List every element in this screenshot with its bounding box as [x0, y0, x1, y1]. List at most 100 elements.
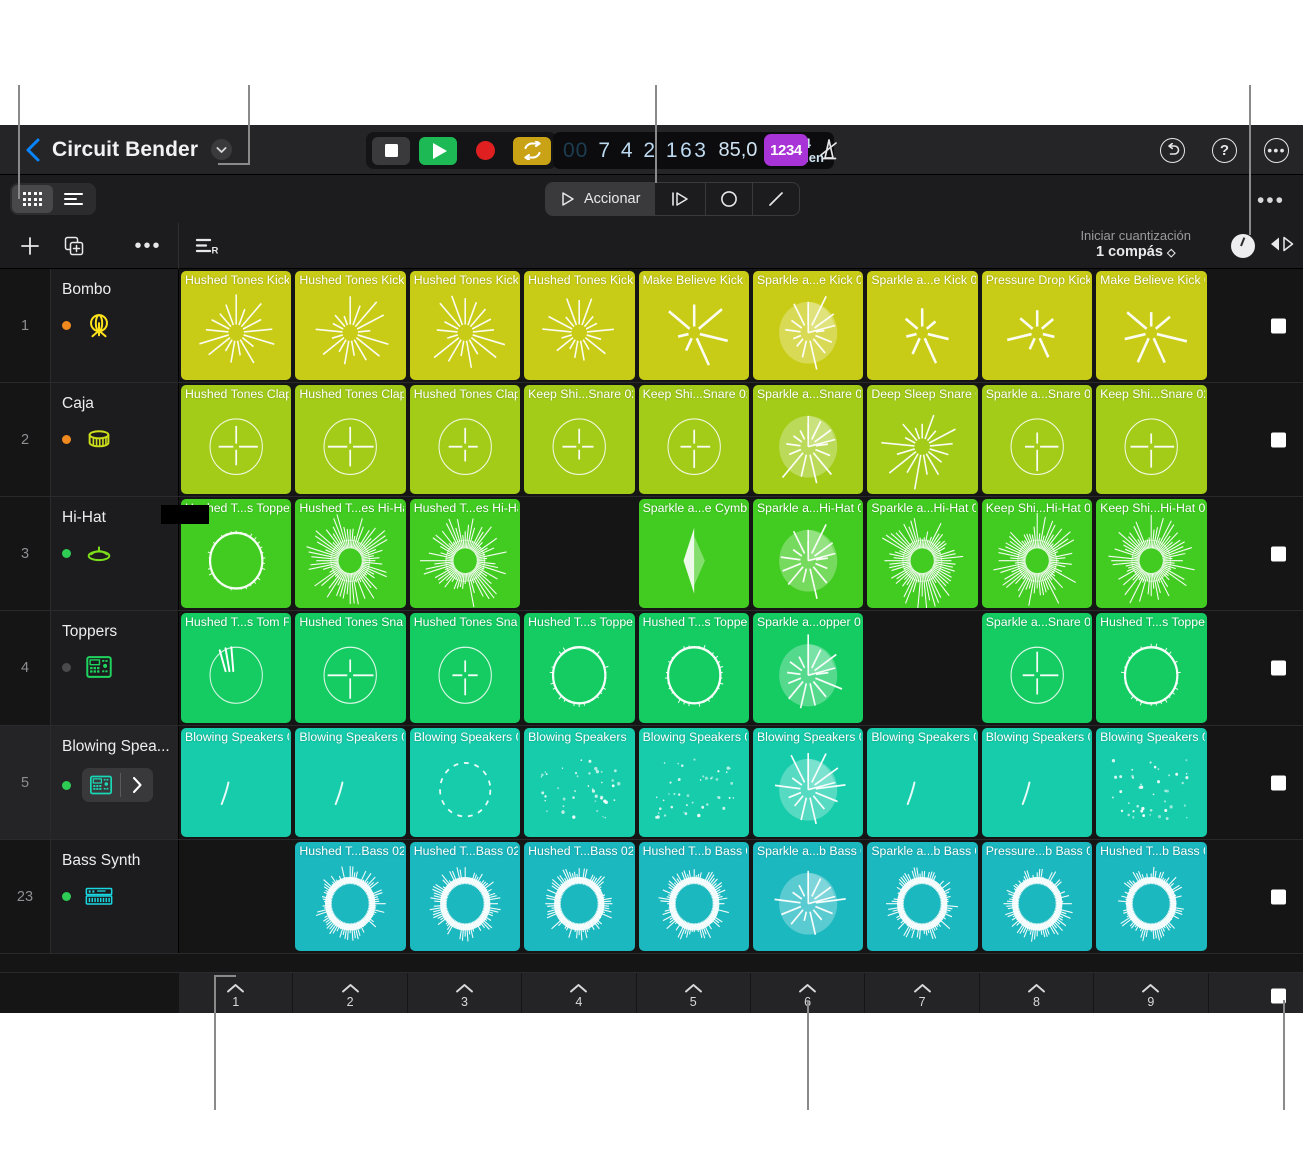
clip-cell[interactable]: Keep Shi...Snare 02 — [1094, 383, 1208, 496]
clip-cell[interactable]: Blowing Speakers 01 — [293, 726, 407, 839]
scene-trigger[interactable]: 8 — [979, 973, 1095, 1013]
track-instrument-icon[interactable] — [82, 311, 116, 339]
clip[interactable]: Sparkle a...e Kick 01 — [752, 271, 864, 380]
clip-cell[interactable]: Pressure Drop Kick — [980, 269, 1094, 382]
clip-cell[interactable]: Sparkle a...Hi-Hat 02 — [751, 497, 865, 610]
clip-cell[interactable]: Blowing Speakers 05 — [751, 726, 865, 839]
clip[interactable]: Hushed T...s Tom Fill — [181, 613, 292, 723]
scene-trigger[interactable]: 3 — [407, 973, 523, 1013]
clip-cell[interactable]: Hushed T...s Topper — [522, 611, 636, 725]
clip-cell[interactable]: Blowing Speakers — [522, 726, 636, 839]
clip-cell[interactable]: Hushed Tones Kick — [179, 269, 293, 382]
more-options-button[interactable]: ••• — [1264, 137, 1289, 163]
clip[interactable]: Sparkle a...e Kick 01 — [867, 271, 978, 380]
clip[interactable]: Sparkle a...Hi-Hat 02 — [752, 499, 864, 608]
clip-cell[interactable]: Pressure...b Bass 01 — [980, 840, 1094, 953]
clip[interactable]: Keep Shi...Snare 02 — [524, 385, 635, 494]
scene-trigger[interactable]: 7 — [865, 973, 980, 1013]
clip[interactable]: Make Believe Kick 01 — [1096, 271, 1207, 380]
clip-cell[interactable]: Hushed Tones Clap — [293, 383, 407, 496]
cycle-button[interactable] — [513, 136, 551, 165]
track-enable-led[interactable] — [62, 662, 71, 672]
track-instrument-icon[interactable] — [82, 882, 116, 910]
clip-cell[interactable]: Sparkle a...e Kick 01 — [751, 269, 865, 382]
clip-cell[interactable]: Blowing Speakers 01 — [179, 726, 293, 839]
track-enable-led[interactable] — [62, 780, 71, 790]
clip-cell[interactable]: Hushed T...Bass 02 — [408, 840, 522, 953]
track-header[interactable]: Caja — [51, 383, 179, 496]
clip[interactable]: Pressure...b Bass 01 — [981, 842, 1093, 951]
clip[interactable]: Hushed T...es Hi-Hat — [409, 499, 521, 608]
clip-cell[interactable]: Sparkle a...Snare 01 — [980, 383, 1094, 496]
clip-cell[interactable]: Hushed T...s Tom Fill — [179, 611, 293, 725]
clip-cell[interactable]: Blowing Speakers 06 — [980, 726, 1094, 839]
clip[interactable]: Hushed T...s Topper — [638, 613, 749, 723]
swing-knob[interactable] — [1231, 234, 1255, 258]
clip-cell[interactable]: Keep Shi...Hi-Hat 01 — [1094, 497, 1208, 610]
clip[interactable]: Keep Shi...Snare 02 — [638, 385, 749, 494]
clip[interactable]: Blowing Speakers 06 — [867, 728, 978, 837]
clip-cell[interactable]: Hushed T...s Topper — [1094, 611, 1208, 725]
help-button[interactable]: ? — [1212, 137, 1237, 163]
clip[interactable]: Blowing Speakers 04 — [638, 728, 749, 837]
duplicate-track-button[interactable] — [52, 223, 96, 269]
clip[interactable]: Hushed T...s Topper — [524, 613, 635, 723]
clip[interactable]: Hushed Tones Snare — [295, 613, 406, 723]
clip[interactable]: Keep Shi...Hi-Hat 01 — [981, 499, 1093, 608]
track-stop-button[interactable] — [1271, 775, 1286, 790]
clip[interactable]: Deep Sleep Snare 03 — [867, 385, 978, 494]
scene-trigger[interactable]: 9 — [1094, 973, 1209, 1013]
clip[interactable]: Sparkle a...b Bass 01 — [867, 842, 978, 951]
cell-function-edit[interactable] — [753, 183, 799, 215]
cell-function-record[interactable] — [706, 183, 754, 215]
clip-cell[interactable]: Sparkle a...e Cymbal — [637, 497, 751, 610]
clip[interactable]: Hushed Tones Clap — [295, 385, 406, 494]
clip-cell[interactable]: Hushed Tones Kick — [522, 269, 636, 382]
track-header[interactable]: Bass Synth — [51, 840, 179, 953]
clip-cell[interactable]: Blowing Speakers 02 — [408, 726, 522, 839]
clip[interactable]: Blowing Speakers 02 — [409, 728, 521, 837]
track-instrument-button[interactable] — [82, 768, 153, 802]
track-header[interactable]: Blowing Spea... — [51, 726, 179, 839]
track-header[interactable]: Toppers — [51, 611, 179, 725]
clip-cell[interactable]: Keep Shi...Snare 02 — [522, 383, 636, 496]
track-stop-button[interactable] — [1271, 889, 1286, 904]
clip[interactable]: Blowing Speakers 06 — [981, 728, 1093, 837]
clip-cell[interactable]: Blowing Speakers 04 — [1094, 726, 1208, 839]
clip[interactable]: Hushed Tones Kick — [524, 271, 635, 380]
view-mode-list[interactable] — [53, 185, 94, 213]
clip-cell[interactable]: Sparkle a...Hi-Hat 02 — [865, 497, 979, 610]
clip[interactable]: Blowing Speakers 01 — [181, 728, 292, 837]
cell-function-play-from-start[interactable] — [655, 183, 707, 215]
scene-trigger[interactable]: 4 — [522, 973, 637, 1013]
cell-function-trigger[interactable]: Accionar — [546, 183, 656, 215]
clip[interactable]: Sparkle a...opper 02 — [752, 613, 864, 723]
clip[interactable]: Hushed Tones Kick — [295, 271, 406, 380]
track-instrument-icon[interactable] — [82, 653, 116, 681]
track-instrument-icon[interactable] — [82, 539, 116, 567]
clip[interactable]: Sparkle a...Snare 01 — [981, 385, 1093, 494]
clip-cell[interactable]: Make Believe Kick 01 — [637, 269, 751, 382]
track-disclosure-button[interactable] — [121, 776, 153, 794]
scene-trigger[interactable]: 5 — [636, 973, 751, 1013]
clip[interactable]: Sparkle a...b Bass 01 — [752, 842, 864, 951]
clip-cell[interactable]: Sparkle a...e Kick 01 — [865, 269, 979, 382]
add-track-button[interactable] — [8, 223, 52, 269]
clip[interactable]: Hushed T...Bass 02 — [409, 842, 521, 951]
clip-cell[interactable]: Hushed Tones Snare — [293, 611, 407, 725]
track-enable-led[interactable] — [62, 891, 71, 901]
metronome-button[interactable] — [816, 136, 842, 167]
clip[interactable]: Pressure Drop Kick — [981, 271, 1093, 380]
track-instrument-icon[interactable] — [82, 425, 116, 453]
clip-cell[interactable]: Hushed Tones Kick — [293, 269, 407, 382]
track-header[interactable]: Bombo — [51, 269, 179, 382]
clip-cell[interactable]: Sparkle a...b Bass 01 — [751, 840, 865, 953]
clip[interactable]: Keep Shi...Snare 02 — [1096, 385, 1207, 494]
scene-trigger[interactable]: 2 — [293, 973, 408, 1013]
clip[interactable]: Keep Shi...Hi-Hat 01 — [1096, 499, 1207, 608]
clip-cell[interactable]: Sparkle a...b Bass 01 — [865, 840, 979, 953]
track-stop-button[interactable] — [1271, 318, 1286, 333]
clip-cell[interactable]: Hushed T...b Bass 01 — [637, 840, 751, 953]
clip[interactable]: Make Believe Kick 01 — [638, 271, 749, 380]
scene-trigger[interactable]: 1 — [179, 973, 294, 1013]
